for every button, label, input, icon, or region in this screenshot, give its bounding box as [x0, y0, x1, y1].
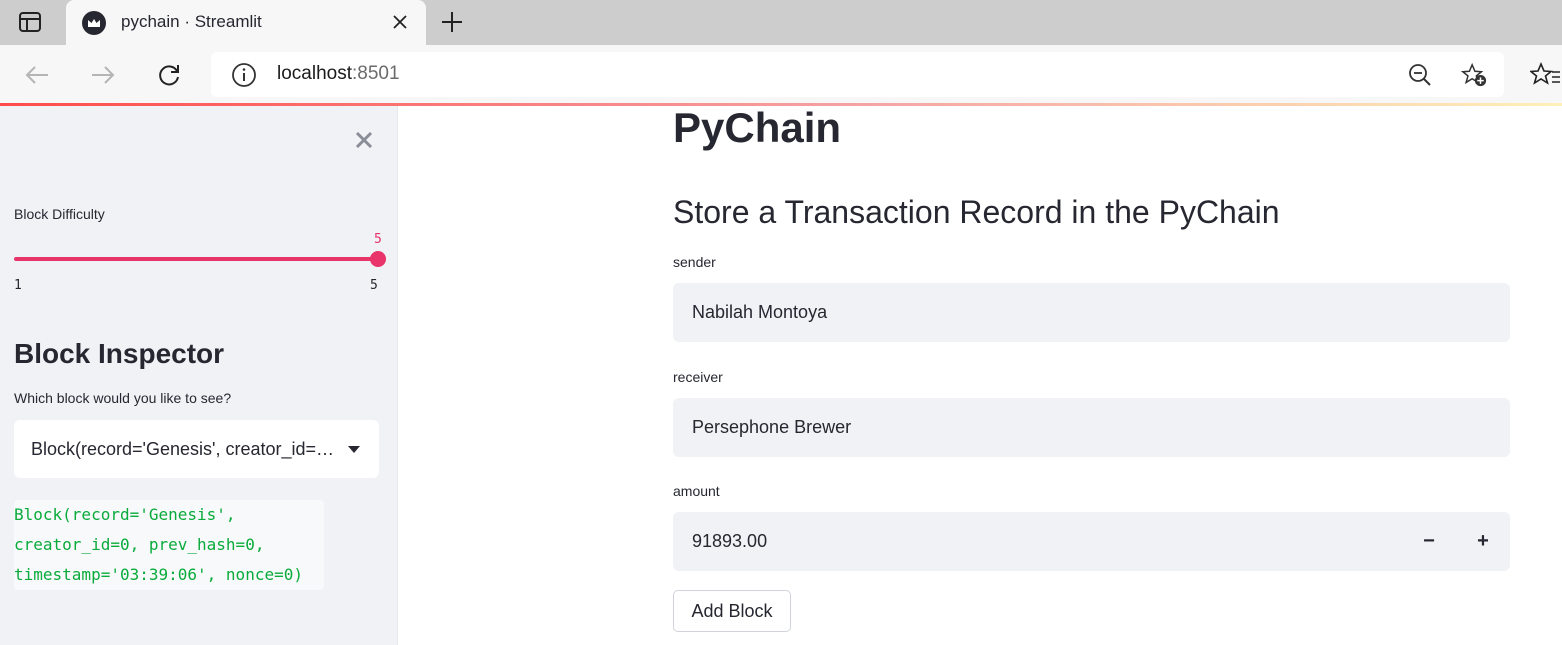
amount-label: amount	[673, 483, 720, 499]
receiver-value: Persephone Brewer	[692, 417, 852, 437]
difficulty-slider-value: 5	[374, 232, 382, 247]
new-tab-icon[interactable]	[438, 8, 466, 36]
code-line: creator_id=0, prev_hash=0,	[14, 535, 265, 554]
close-sidebar-icon[interactable]	[352, 128, 376, 152]
sender-label: sender	[673, 254, 716, 270]
address-bar[interactable]: localhost:8501	[211, 52, 1504, 97]
block-code-output: Block(record='Genesis', creator_id=0, pre…	[14, 500, 324, 590]
block-select[interactable]: Block(record='Genesis', creator_id=0, pr…	[14, 420, 379, 478]
amount-increment-button[interactable]: +	[1456, 512, 1510, 571]
site-info-icon[interactable]	[231, 62, 257, 88]
sidebar: Block Difficulty 5 1 5 Block Inspector W…	[0, 106, 398, 645]
sender-value: Nabilah Montoya	[692, 302, 828, 322]
close-tab-icon[interactable]	[390, 12, 410, 32]
transaction-subheading: Store a Transaction Record in the PyChai…	[673, 194, 1280, 230]
browser-tab[interactable]: pychain · Streamlit	[66, 0, 426, 46]
sender-input[interactable]: Nabilah Montoya	[673, 283, 1510, 342]
favorites-icon[interactable]	[1528, 61, 1560, 89]
forward-icon[interactable]	[88, 60, 118, 90]
difficulty-slider-thumb[interactable]	[370, 251, 386, 267]
reload-icon[interactable]	[154, 60, 184, 90]
amount-decrement-button[interactable]: −	[1402, 512, 1456, 571]
difficulty-slider-label: Block Difficulty	[14, 206, 105, 222]
block-select-label: Which block would you like to see?	[14, 390, 232, 406]
browser-nav-bar: localhost:8501	[0, 45, 1562, 103]
back-icon[interactable]	[22, 60, 52, 90]
url-host: localhost	[277, 63, 352, 84]
amount-value: 91893.00	[692, 531, 768, 551]
tab-actions-icon[interactable]	[16, 9, 44, 35]
amount-input[interactable]: 91893.00 − +	[673, 512, 1510, 571]
page-title: PyChain	[673, 104, 842, 151]
browser-tab-bar: pychain · Streamlit	[0, 0, 1562, 46]
difficulty-slider-track[interactable]	[14, 257, 380, 261]
url-text[interactable]: localhost:8501	[277, 63, 400, 85]
tab-title: pychain · Streamlit	[121, 12, 262, 31]
zoom-out-icon[interactable]	[1407, 62, 1433, 88]
difficulty-slider-min: 1	[14, 278, 22, 293]
block-select-value: Block(record='Genesis', creator_id=0, pr…	[31, 439, 336, 459]
add-favorite-icon[interactable]	[1461, 62, 1487, 88]
code-line: timestamp='03:39:06', nonce=0)	[14, 565, 303, 584]
caret-down-icon	[347, 442, 361, 456]
receiver-label: receiver	[673, 369, 723, 385]
receiver-input[interactable]: Persephone Brewer	[673, 398, 1510, 457]
url-port: :8501	[352, 63, 400, 84]
add-block-button[interactable]: Add Block	[673, 590, 791, 632]
difficulty-slider-max: 5	[370, 278, 378, 293]
code-line: Block(record='Genesis',	[14, 505, 236, 524]
streamlit-crown-icon	[82, 11, 106, 35]
block-inspector-heading: Block Inspector	[14, 338, 225, 369]
